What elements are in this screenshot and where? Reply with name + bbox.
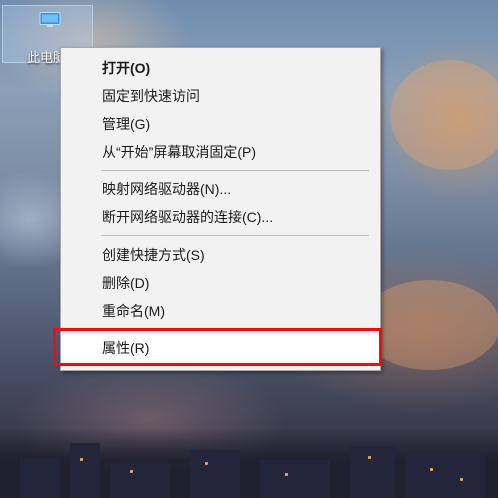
menu-item-rename[interactable]: 重命名(M): [61, 298, 380, 324]
building: [20, 458, 60, 498]
menu-separator: [101, 170, 369, 171]
desktop-background[interactable]: 此电脑 打开(O) 固定到快速访问 管理(G) 从“开始”屏幕取消固定(P) 映…: [0, 0, 498, 498]
menu-separator: [101, 235, 369, 236]
building: [405, 454, 485, 498]
window-light: [430, 468, 433, 471]
window-light: [130, 470, 133, 473]
menu-item-delete[interactable]: 删除(D): [61, 270, 380, 296]
this-pc-icon: [39, 12, 61, 27]
context-menu: 打开(O) 固定到快速访问 管理(G) 从“开始”屏幕取消固定(P) 映射网络驱…: [60, 47, 381, 371]
building: [110, 463, 170, 498]
menu-item-manage[interactable]: 管理(G): [61, 111, 380, 137]
building: [350, 446, 395, 498]
window-light: [80, 458, 83, 461]
menu-item-disconnect-network-drive[interactable]: 断开网络驱动器的连接(C)...: [61, 204, 380, 230]
menu-item-pin-quick-access[interactable]: 固定到快速访问: [61, 83, 380, 109]
building: [190, 450, 240, 498]
window-light: [205, 462, 208, 465]
wallpaper-city: [0, 428, 498, 498]
window-light: [285, 473, 288, 476]
menu-item-open[interactable]: 打开(O): [61, 55, 380, 81]
menu-item-unpin-start[interactable]: 从“开始”屏幕取消固定(P): [61, 139, 380, 165]
window-light: [368, 456, 371, 459]
annotation-highlight-box: [53, 328, 382, 366]
menu-item-create-shortcut[interactable]: 创建快捷方式(S): [61, 242, 380, 268]
window-light: [460, 478, 463, 481]
menu-item-map-network-drive[interactable]: 映射网络驱动器(N)...: [61, 176, 380, 202]
building: [260, 460, 330, 498]
wallpaper-cloud: [390, 60, 498, 170]
building: [70, 443, 100, 498]
